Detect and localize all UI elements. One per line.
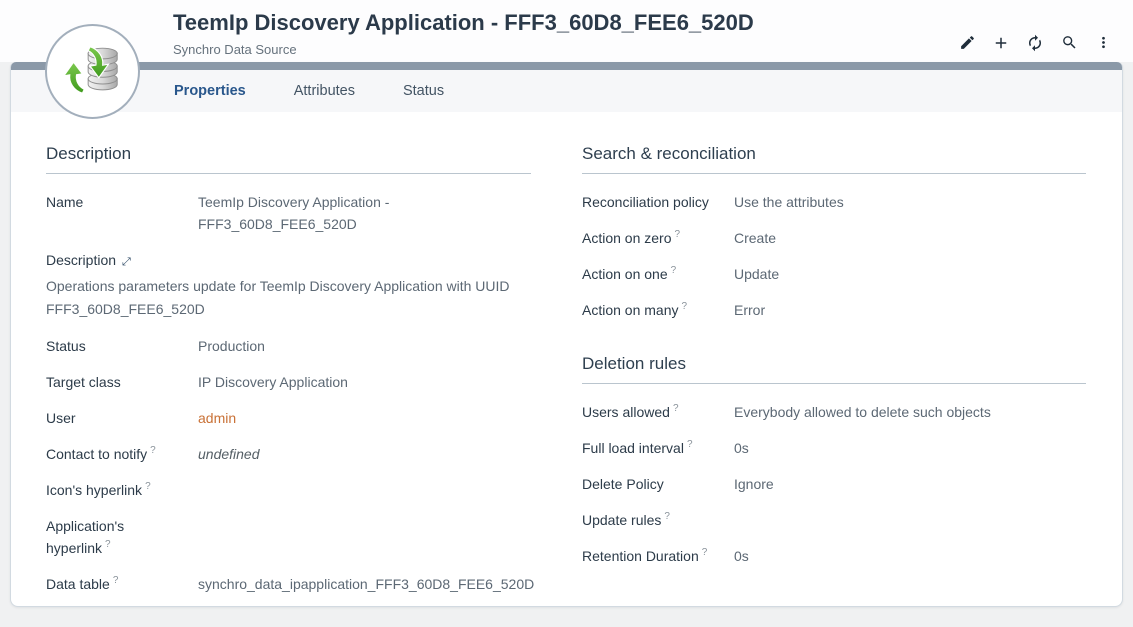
field-value: 0s <box>734 545 1086 567</box>
pencil-icon <box>959 34 976 54</box>
field-action-on-zero: Action on zero? Create <box>582 227 1086 249</box>
field-label: Icon's hyperlink? <box>46 479 198 501</box>
user-link[interactable]: admin <box>198 410 236 426</box>
sync-database-icon <box>62 38 124 105</box>
field-action-on-one: Action on one? Update <box>582 263 1086 285</box>
field-users-allowed: Users allowed? Everybody allowed to dele… <box>582 401 1086 423</box>
section-title-description: Description <box>46 144 531 174</box>
field-label: Description⤢ <box>46 249 531 273</box>
field-value: Update <box>734 263 1086 285</box>
field-icons-hyperlink: Icon's hyperlink? <box>46 479 531 501</box>
field-label: Reconciliation policy <box>582 191 734 213</box>
page-title: TeemIp Discovery Application - FFF3_60D8… <box>173 10 754 36</box>
magnifier-icon <box>1061 34 1078 54</box>
field-label: Contact to notify? <box>46 443 198 465</box>
field-applications-hyperlink: Application's hyperlink? <box>46 515 531 559</box>
field-label: Application's hyperlink? <box>46 515 198 559</box>
help-hint-icon[interactable]: ? <box>687 439 693 450</box>
help-hint-icon[interactable]: ? <box>105 539 111 550</box>
tab-status[interactable]: Status <box>403 70 444 112</box>
help-hint-icon[interactable]: ? <box>113 575 119 586</box>
field-retention-duration: Retention Duration? 0s <box>582 545 1086 567</box>
field-label: Action on zero? <box>582 227 734 249</box>
field-value: TeemIp Discovery Application - FFF3_60D8… <box>198 191 416 235</box>
more-menu-button[interactable] <box>1093 34 1113 54</box>
add-button[interactable] <box>991 34 1011 54</box>
field-value <box>198 515 531 559</box>
field-value: synchro_data_ipapplication_FFF3_60D8_FEE… <box>198 573 534 595</box>
field-delete-policy: Delete Policy Ignore <box>582 473 1086 495</box>
section-title-search-reconciliation: Search & reconciliation <box>582 144 1086 174</box>
field-label: Update rules? <box>582 509 734 531</box>
field-label: Retention Duration? <box>582 545 734 567</box>
field-value: Ignore <box>734 473 1086 495</box>
help-hint-icon[interactable]: ? <box>145 481 151 492</box>
field-contact-to-notify: Contact to notify? undefined <box>46 443 531 465</box>
tab-strip: Properties Attributes Status <box>11 70 1122 112</box>
field-value: undefined <box>198 443 531 465</box>
page-subtitle: Synchro Data Source <box>173 42 297 57</box>
field-update-rules: Update rules? <box>582 509 1086 531</box>
field-action-on-many: Action on many? Error <box>582 299 1086 321</box>
field-name: Name TeemIp Discovery Application - FFF3… <box>46 191 531 235</box>
field-label: Delete Policy <box>582 473 734 495</box>
object-details-panel: Properties Attributes Status Description… <box>10 62 1123 607</box>
field-value: Operations parameters update for TeemIp … <box>46 275 531 321</box>
tab-properties[interactable]: Properties <box>174 70 246 112</box>
kebab-menu-icon <box>1095 34 1112 54</box>
field-user: User admin <box>46 407 531 429</box>
section-description: Description Name TeemIp Discovery Applic… <box>46 144 531 595</box>
tab-attributes[interactable]: Attributes <box>294 70 355 112</box>
refresh-button[interactable] <box>1025 34 1045 54</box>
header-actions <box>957 34 1113 54</box>
field-value: Use the attributes <box>734 191 1086 213</box>
field-reconciliation-policy: Reconciliation policy Use the attributes <box>582 191 1086 213</box>
field-value <box>734 509 1086 531</box>
field-status: Status Production <box>46 335 531 357</box>
help-hint-icon[interactable]: ? <box>682 301 688 312</box>
field-label: Target class <box>46 371 198 393</box>
field-value: Production <box>198 335 531 357</box>
field-label: User <box>46 407 198 429</box>
field-label: Users allowed? <box>582 401 734 423</box>
refresh-icon <box>1026 34 1044 55</box>
panel-accent-bar <box>11 62 1122 70</box>
object-avatar <box>45 24 140 119</box>
help-hint-icon[interactable]: ? <box>671 265 677 276</box>
field-value <box>198 479 531 501</box>
field-full-load-interval: Full load interval? 0s <box>582 437 1086 459</box>
field-data-table: Data table? synchro_data_ipapplication_F… <box>46 573 531 595</box>
field-value: Everybody allowed to delete such objects <box>734 401 1086 423</box>
help-hint-icon[interactable]: ? <box>673 403 679 414</box>
field-value: IP Discovery Application <box>198 371 531 393</box>
help-hint-icon[interactable]: ? <box>150 445 156 456</box>
help-hint-icon[interactable]: ? <box>702 547 708 558</box>
field-target-class: Target class IP Discovery Application <box>46 371 531 393</box>
section-search-reconciliation: Search & reconciliation Reconciliation p… <box>582 144 1086 321</box>
field-label: Status <box>46 335 198 357</box>
plus-icon <box>992 34 1010 55</box>
field-value: Error <box>734 299 1086 321</box>
field-label: Full load interval? <box>582 437 734 459</box>
section-title-deletion-rules: Deletion rules <box>582 354 1086 384</box>
properties-content: Description Name TeemIp Discovery Applic… <box>11 112 1122 609</box>
help-hint-icon[interactable]: ? <box>664 511 670 522</box>
field-value: Create <box>734 227 1086 249</box>
section-deletion-rules: Deletion rules Users allowed? Everybody … <box>582 354 1086 567</box>
field-label: Action on many? <box>582 299 734 321</box>
field-label: Data table? <box>46 573 198 595</box>
search-button[interactable] <box>1059 34 1079 54</box>
edit-button[interactable] <box>957 34 977 54</box>
field-value: 0s <box>734 437 1086 459</box>
field-label: Action on one? <box>582 263 734 285</box>
expand-icon[interactable]: ⤢ <box>122 256 131 268</box>
help-hint-icon[interactable]: ? <box>675 229 681 240</box>
field-label: Name <box>46 191 198 235</box>
field-description: Description⤢ Operations parameters updat… <box>46 249 531 321</box>
